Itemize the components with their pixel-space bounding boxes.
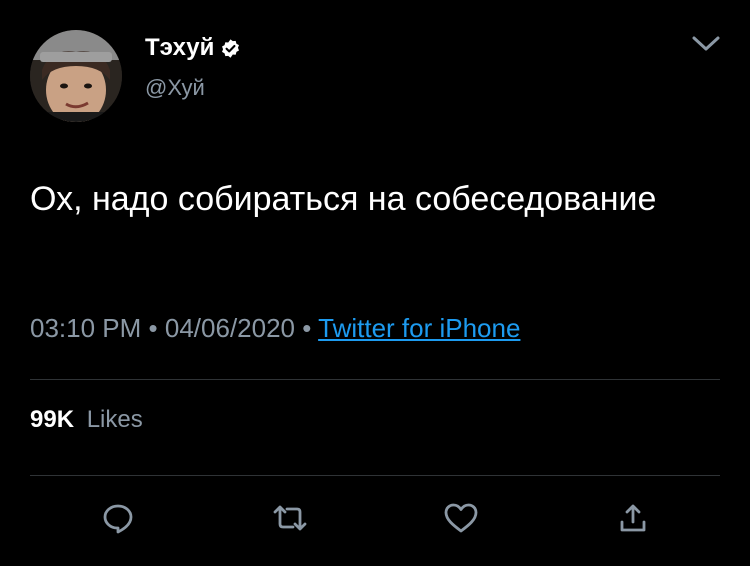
heart-icon <box>444 503 478 533</box>
display-name[interactable]: Тэхуй <box>145 32 214 64</box>
share-icon <box>620 504 646 532</box>
chevron-down-icon[interactable] <box>690 28 722 60</box>
tweet-text: Ох, надо собираться на собеседование <box>30 180 657 218</box>
like-button[interactable] <box>443 500 479 536</box>
tweet-source-link[interactable]: Twitter for iPhone <box>318 313 520 343</box>
reply-icon <box>103 504 133 534</box>
likes-stat[interactable]: 99K Likes <box>30 404 143 436</box>
meta-separator: • <box>302 313 312 343</box>
avatar[interactable] <box>30 30 122 122</box>
share-button[interactable] <box>615 500 651 536</box>
user-handle[interactable]: @Хуй <box>145 74 205 102</box>
tweet-meta: 03:10 PM • 04/06/2020 • Twitter for iPho… <box>30 310 520 346</box>
divider <box>30 379 720 380</box>
divider <box>30 475 720 476</box>
author-name-row[interactable]: Тэхуй <box>145 32 241 64</box>
likes-count: 99K <box>30 406 75 433</box>
verified-badge-icon <box>220 38 241 59</box>
likes-label: Likes <box>86 406 143 433</box>
retweet-icon <box>273 505 307 531</box>
tweet-date: 04/06/2020 <box>164 313 296 343</box>
avatar-image <box>30 30 122 122</box>
reply-button[interactable] <box>100 500 136 536</box>
retweet-button[interactable] <box>272 500 308 536</box>
meta-separator: • <box>148 313 158 343</box>
tweet-time: 03:10 PM <box>30 313 142 343</box>
